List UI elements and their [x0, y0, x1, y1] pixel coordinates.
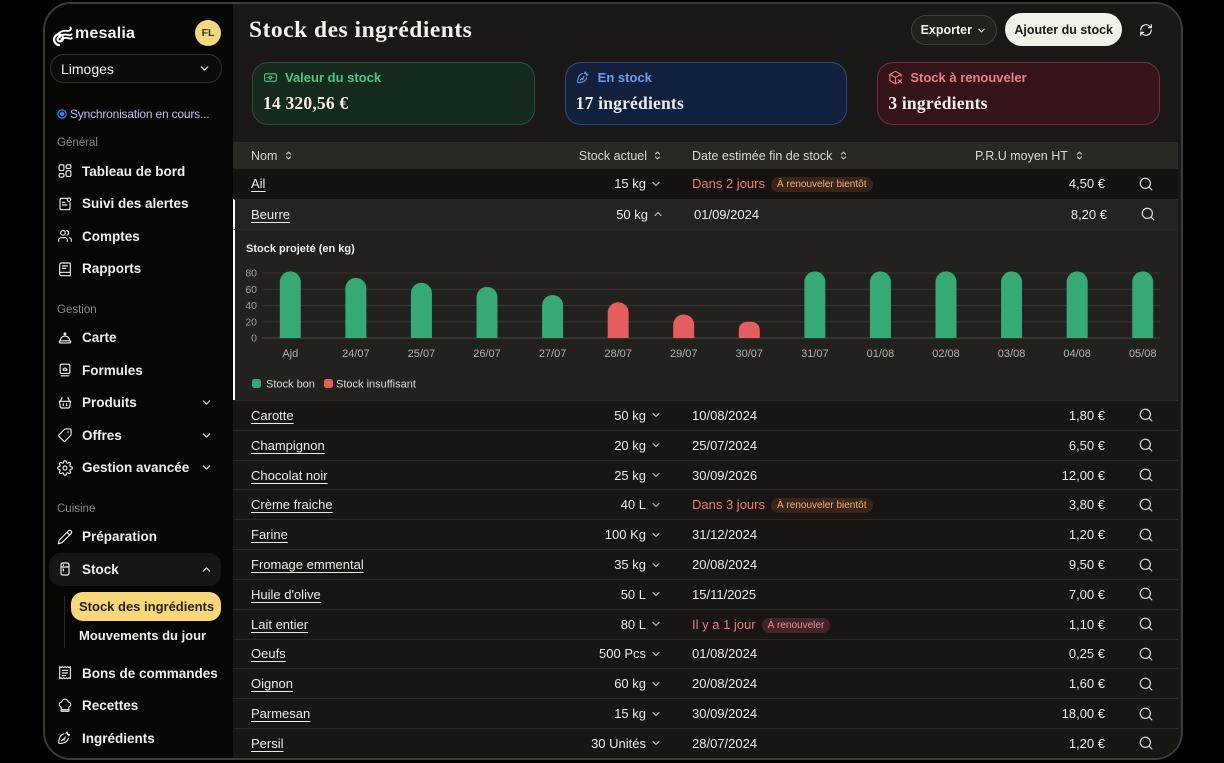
- svg-text:60: 60: [245, 283, 257, 295]
- svg-text:30/07: 30/07: [736, 348, 764, 360]
- svg-text:31/07: 31/07: [801, 348, 829, 360]
- svg-text:27/07: 27/07: [539, 348, 567, 360]
- svg-text:24/07: 24/07: [342, 348, 370, 360]
- svg-text:20: 20: [245, 316, 257, 328]
- svg-text:80: 80: [245, 267, 257, 279]
- svg-text:0: 0: [251, 332, 257, 344]
- svg-text:Stock bon: Stock bon: [266, 378, 315, 390]
- svg-text:Stock projeté (en kg): Stock projeté (en kg): [246, 243, 355, 255]
- svg-text:40: 40: [245, 300, 257, 312]
- svg-text:26/07: 26/07: [473, 348, 501, 360]
- svg-text:Ajd: Ajd: [282, 348, 298, 360]
- svg-text:01/08: 01/08: [867, 348, 895, 360]
- svg-text:03/08: 03/08: [998, 348, 1026, 360]
- svg-text:Stock insuffisant: Stock insuffisant: [336, 378, 416, 390]
- svg-text:25/07: 25/07: [408, 348, 436, 360]
- svg-text:04/08: 04/08: [1063, 348, 1091, 360]
- svg-text:02/08: 02/08: [932, 348, 960, 360]
- svg-text:28/07: 28/07: [604, 348, 632, 360]
- svg-text:29/07: 29/07: [670, 348, 698, 360]
- svg-text:05/08: 05/08: [1129, 348, 1157, 360]
